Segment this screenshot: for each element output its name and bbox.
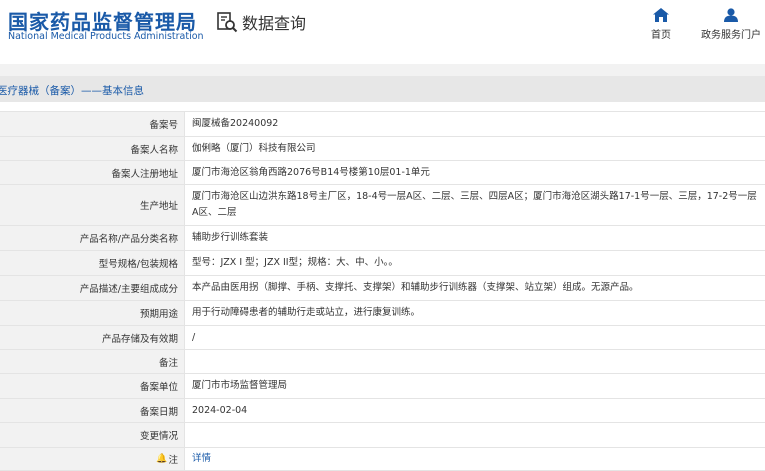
field-value: 型号：JZX I 型；JZX II型；规格：大、中、小。。 — [192, 257, 398, 268]
field-label: 备案日期 — [0, 399, 185, 422]
home-icon — [653, 8, 669, 22]
field-label: 型号规格/包装规格 — [0, 251, 185, 275]
field-label: 预期用途 — [0, 301, 185, 325]
field-label: 产品名称/产品分类名称 — [0, 226, 185, 250]
table-row: 备注 — [0, 350, 765, 374]
table-row: 生产地址 厦门市海沧区山边洪东路18号主厂区，18-4号一层A区、二层、三层、四… — [0, 185, 765, 226]
field-label: 生产地址 — [0, 185, 185, 225]
table-row: 备案人注册地址 厦门市海沧区翁角西路2076号B14号楼第10层01-1单元 — [0, 161, 765, 185]
notes-label: 注 — [168, 455, 178, 466]
field-value: 厦门市海沧区翁角西路2076号B14号楼第10层01-1单元 — [192, 166, 430, 178]
field-label: 产品存储及有效期 — [0, 326, 185, 349]
table-row: 产品描述/主要组成成分 本产品由医用拐（脚撑、手柄、支撑托、支撑架）和辅助步行训… — [0, 276, 765, 301]
field-label-notes: 🔔 注 — [0, 448, 185, 470]
header-divider-band — [0, 64, 765, 76]
field-value: 详情 — [185, 448, 765, 470]
nav-service-portal-label: 政务服务门户 — [701, 30, 761, 41]
logo-title-en[interactable]: National Medical Products Administration — [8, 31, 204, 42]
page-title: 医疗器械（备案）——基本信息 — [0, 85, 144, 97]
table-row: 备案人名称 伽俐略（厦门）科技有限公司 — [0, 137, 765, 161]
table-row: 型号规格/包装规格 型号：JZX I 型；JZX II型；规格：大、中、小。。 — [0, 251, 765, 276]
field-value: 用于行动障碍患者的辅助行走或站立，进行康复训练。 — [192, 307, 421, 318]
field-label: 备注 — [0, 350, 185, 373]
bell-icon: 🔔 — [156, 454, 168, 464]
field-label: 备案单位 — [0, 374, 185, 398]
title-bar: 医疗器械（备案）——基本信息 — [0, 76, 765, 102]
site-header: 国家药品监督管理局 National Medical Products Admi… — [0, 0, 765, 64]
field-value — [185, 423, 765, 447]
nav-service-portal[interactable]: 政务服务门户 — [696, 8, 765, 41]
table-row: 产品存储及有效期 / — [0, 326, 765, 350]
field-value: 本产品由医用拐（脚撑、手柄、支撑托、支撑架）和辅助步行训练器（支撑架、站立架）组… — [192, 282, 639, 293]
table-row: 变更情况 — [0, 423, 765, 448]
field-label: 产品描述/主要组成成分 — [0, 276, 185, 300]
field-value — [185, 350, 765, 373]
field-value: 2024-02-04 — [192, 404, 248, 416]
field-value: / — [192, 331, 196, 343]
data-query-label: 数据查询 — [242, 14, 307, 33]
data-query-title: 数据查询 — [216, 11, 306, 33]
table-row: 🔔 注 详情 — [0, 448, 765, 471]
field-value: 辅助步行训练套装 — [192, 232, 269, 243]
field-label: 备案人名称 — [0, 137, 185, 160]
table-row: 备案日期 2024-02-04 — [0, 399, 765, 423]
document-search-icon — [217, 12, 238, 33]
field-value: 厦门市海沧区山边洪东路18号主厂区，18-4号一层A区、二层、三层、四层A区；厦… — [192, 191, 757, 218]
detail-table: 备案号 闽厦械备20240092 备案人名称 伽俐略（厦门）科技有限公司 备案人… — [0, 111, 765, 471]
field-value: 伽俐略（厦门）科技有限公司 — [192, 142, 316, 154]
table-row: 预期用途 用于行动障碍患者的辅助行走或站立，进行康复训练。 — [0, 301, 765, 326]
user-icon — [724, 8, 738, 22]
details-link[interactable]: 详情 — [192, 451, 211, 467]
field-label: 变更情况 — [0, 423, 185, 447]
field-value: 厦门市市场监督管理局 — [192, 380, 288, 391]
field-label: 备案号 — [0, 112, 185, 136]
field-value: 闽厦械备20240092 — [192, 118, 279, 129]
table-row: 产品名称/产品分类名称 辅助步行训练套装 — [0, 226, 765, 251]
table-row: 备案号 闽厦械备20240092 — [0, 112, 765, 137]
table-row: 备案单位 厦门市市场监督管理局 — [0, 374, 765, 399]
nav-home[interactable]: 首页 — [626, 8, 696, 41]
field-label: 备案人注册地址 — [0, 161, 185, 184]
nav-home-label: 首页 — [651, 30, 671, 41]
